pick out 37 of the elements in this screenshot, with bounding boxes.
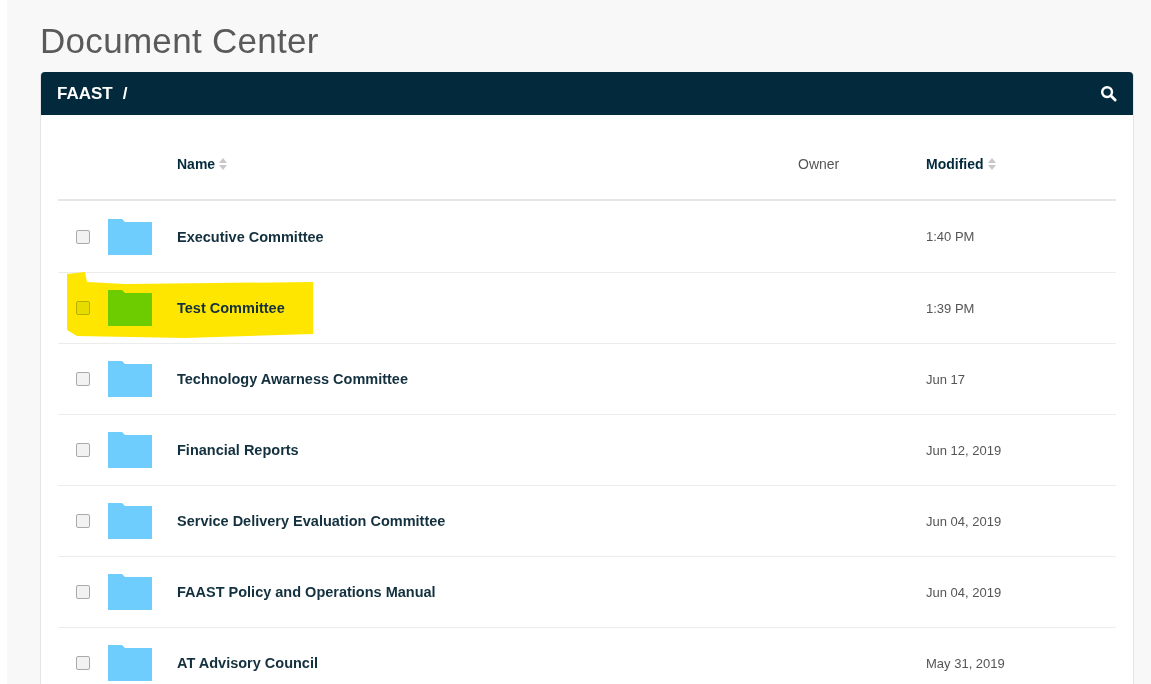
row-checkbox[interactable] xyxy=(76,301,90,315)
modified-cell: Jun 04, 2019 xyxy=(926,513,1002,529)
folder-icon xyxy=(108,645,152,681)
modified-cell: 1:40 PM xyxy=(926,229,975,244)
sort-icon[interactable] xyxy=(987,158,996,170)
row-checkbox[interactable] xyxy=(76,229,90,244)
breadcrumb-separator: / xyxy=(122,83,128,104)
row-checkbox[interactable] xyxy=(76,443,90,457)
folder-name-link[interactable]: Executive Committee xyxy=(177,228,324,245)
row-checkbox[interactable] xyxy=(76,656,90,670)
modified-cell: May 31, 2019 xyxy=(926,655,1005,671)
page-title: Document Center xyxy=(40,21,320,62)
search-icon[interactable] xyxy=(1100,85,1117,102)
row-checkbox[interactable] xyxy=(76,585,90,599)
folder-name-link[interactable]: Technology Awarness Committee xyxy=(177,371,408,387)
folder-icon xyxy=(108,503,152,539)
modified-cell: Jun 04, 2019 xyxy=(926,584,1002,600)
row-checkbox[interactable] xyxy=(76,372,90,386)
folder-name-link[interactable]: Financial Reports xyxy=(177,442,299,458)
folder-name-link[interactable]: Test Committee xyxy=(177,300,285,316)
folder-name-link[interactable]: AT Advisory Council xyxy=(177,655,318,671)
row-checkbox[interactable] xyxy=(76,514,90,528)
breadcrumb-link[interactable]: FAAST xyxy=(57,83,113,104)
modified-cell: Jun 17 xyxy=(926,371,966,387)
sort-header[interactable]: Modified xyxy=(926,156,984,172)
folder-icon xyxy=(108,218,152,255)
folder-icon xyxy=(108,361,152,397)
folder-icon xyxy=(108,432,152,468)
sort-header[interactable]: Name xyxy=(177,156,216,172)
folder-icon xyxy=(108,574,152,610)
modified-cell: Jun 12, 2019 xyxy=(926,442,1002,458)
sort-icon[interactable] xyxy=(219,158,228,170)
folder-name-link[interactable]: Service Delivery Evaluation Committee xyxy=(177,513,446,529)
folder-icon xyxy=(108,290,152,326)
column-header: Owner xyxy=(798,156,840,172)
folder-name-link[interactable]: FAAST Policy and Operations Manual xyxy=(177,584,436,600)
modified-cell: 1:39 PM xyxy=(926,300,975,316)
